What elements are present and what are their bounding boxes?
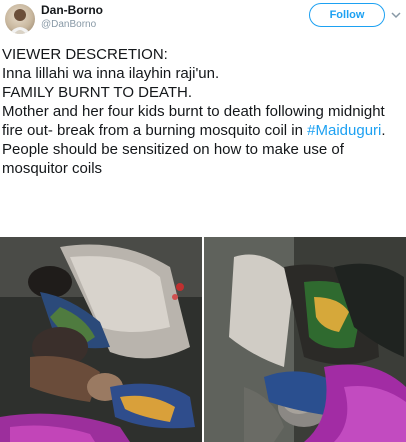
tweet-header: Dan-Borno @DanBorno Follow [0,0,406,38]
profile-avatar-icon[interactable] [5,4,35,34]
tweet-line-3: FAMILY BURNT TO DEATH. [2,84,193,101]
author-handle[interactable]: @DanBorno [41,19,96,30]
author-name[interactable]: Dan-Borno [41,3,103,17]
tweet-media [0,237,406,442]
chevron-down-icon[interactable] [390,8,402,20]
media-photo-right[interactable] [204,237,406,442]
tweet-line-2: Inna lillahi wa inna ilayhin raji'un. [2,65,220,82]
tweet-line-5: People should be sensitized on how to ma… [2,141,344,177]
tweet-line-4-end: . [381,122,386,139]
hashtag-link[interactable]: #Maiduguri [307,122,381,139]
tweet-line-1: VIEWER DESCRETION: [2,46,168,63]
tweet-text: VIEWER DESCRETION: Inna lillahi wa inna … [2,45,404,178]
media-photo-left[interactable] [0,237,202,442]
follow-button[interactable]: Follow [309,3,385,27]
